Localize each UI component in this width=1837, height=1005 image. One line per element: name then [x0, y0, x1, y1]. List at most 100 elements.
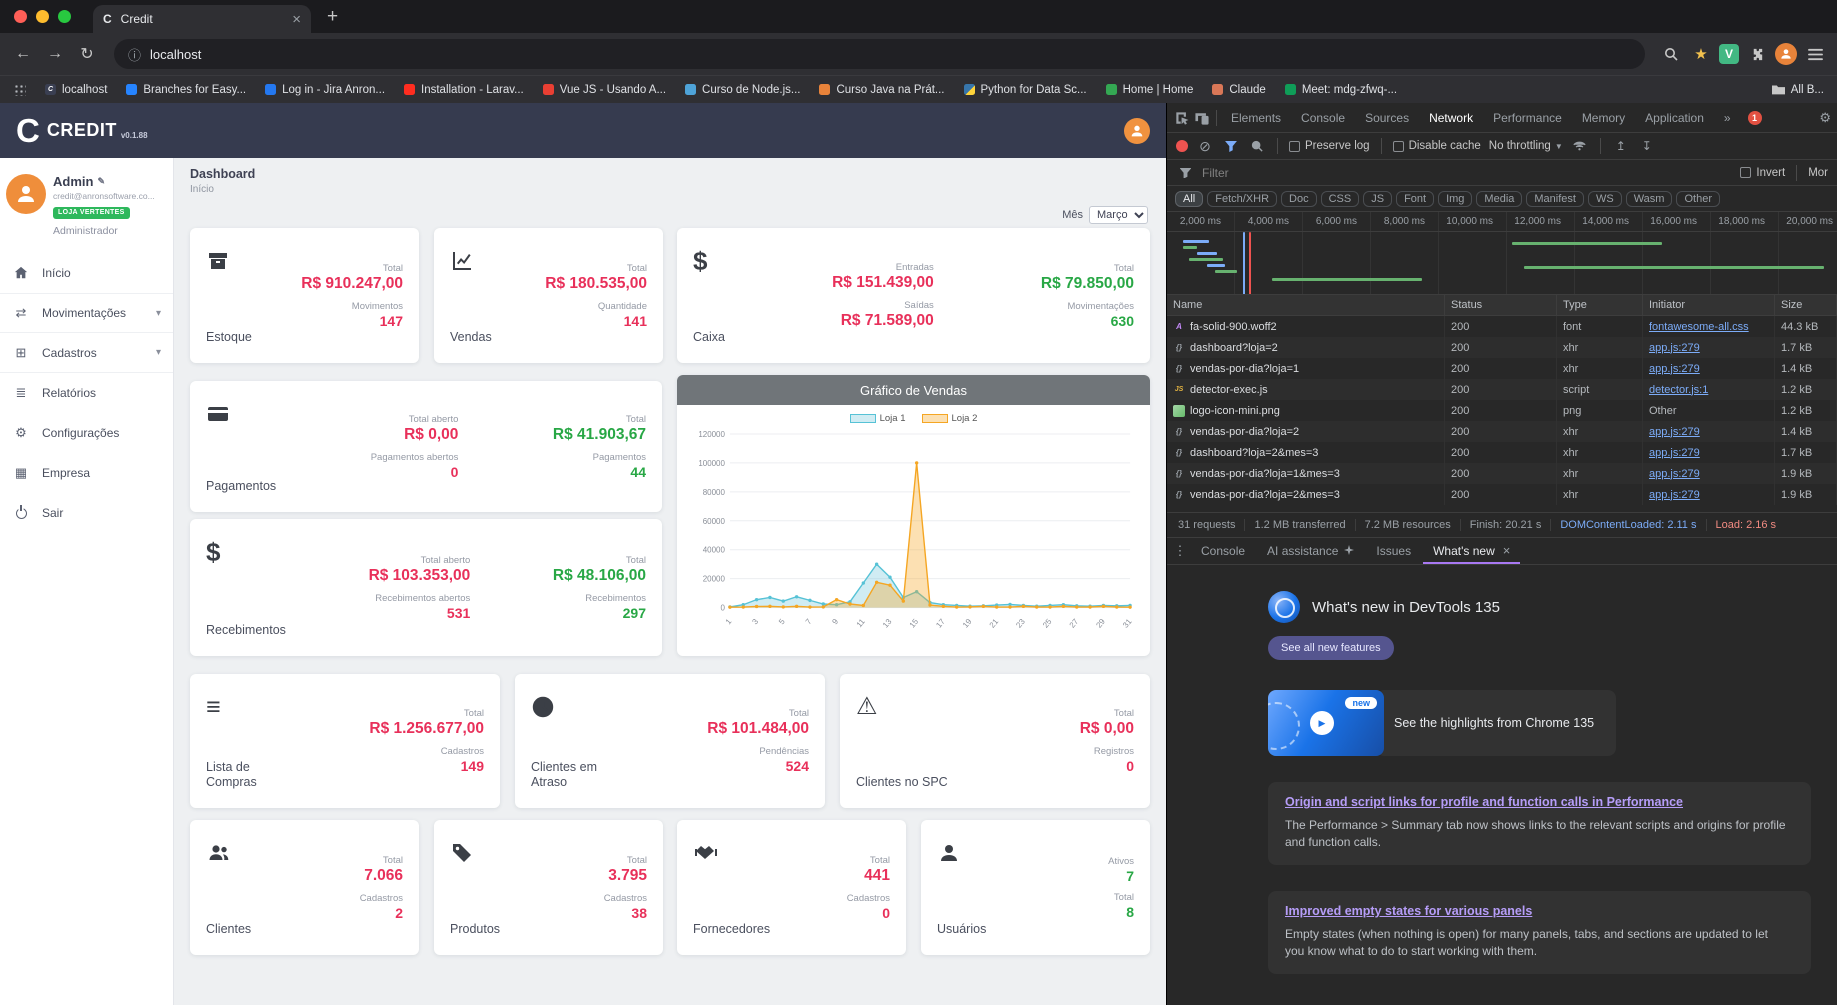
table-row[interactable]: logo-icon-mini.png 200 png Other 1.2 kB	[1167, 400, 1837, 421]
filter-icon[interactable]	[1222, 137, 1240, 155]
chip-fetch-xhr[interactable]: Fetch/XHR	[1207, 190, 1278, 207]
drawer-tab-whats-new[interactable]: What's new ×	[1423, 538, 1520, 564]
apps-grid-icon[interactable]	[13, 83, 26, 96]
see-all-new-features-button[interactable]: See all new features	[1268, 636, 1394, 660]
chip-font[interactable]: Font	[1396, 190, 1435, 207]
highlight-thumbnail[interactable]: new ▶	[1268, 690, 1384, 756]
chip-js[interactable]: JS	[1363, 190, 1393, 207]
inspect-element-icon[interactable]	[1173, 109, 1191, 127]
chip-doc[interactable]: Doc	[1281, 190, 1317, 207]
new-tab-button[interactable]: +	[327, 6, 338, 28]
search-network-icon[interactable]	[1248, 137, 1266, 155]
window-zoom-button[interactable]	[58, 10, 71, 23]
browser-profile-avatar[interactable]	[1775, 43, 1797, 65]
section-title-link[interactable]: Origin and script links for profile and …	[1285, 795, 1683, 809]
bookmark-item[interactable]: Home | Home	[1105, 84, 1193, 96]
initiator-link[interactable]: app.js:279	[1643, 442, 1775, 463]
network-overview-waterfall[interactable]	[1167, 232, 1837, 295]
vue-devtools-extension-icon[interactable]: V	[1719, 44, 1739, 64]
bookmark-item[interactable]: Claude	[1212, 84, 1266, 96]
section-title-link[interactable]: Improved empty states for various panels	[1285, 904, 1532, 918]
site-info-icon[interactable]: ⓘ	[128, 45, 141, 64]
drawer-tab-issues[interactable]: Issues	[1366, 538, 1421, 564]
drawer-menu-icon[interactable]: ⋮	[1171, 543, 1189, 559]
sidebar-item-inicio[interactable]: Início	[0, 253, 173, 293]
chip-media[interactable]: Media	[1476, 190, 1523, 207]
sidebar-item-sair[interactable]: Sair	[0, 493, 173, 533]
drawer-tab-console[interactable]: Console	[1191, 538, 1255, 564]
table-row[interactable]: vendas-por-dia?loja=2&mes=3 200 xhr app.…	[1167, 484, 1837, 505]
chrome-highlights-card[interactable]: new ▶ See the highlights from Chrome 135	[1268, 690, 1837, 756]
window-close-button[interactable]	[14, 10, 27, 23]
chip-other[interactable]: Other	[1676, 190, 1720, 207]
extensions-puzzle-icon[interactable]	[1745, 47, 1769, 62]
bookmark-item[interactable]: Meet: mdg-zfwq-...	[1284, 84, 1397, 96]
sidebar-item-movimentacoes[interactable]: ⇄ Movimentações ▾	[0, 293, 173, 333]
invert-filter-checkbox[interactable]: Invert	[1740, 167, 1785, 179]
device-toolbar-icon[interactable]	[1193, 109, 1211, 127]
sidebar-item-relatorios[interactable]: ≣ Relatórios	[0, 373, 173, 413]
browser-tab[interactable]: C Credit ×	[93, 5, 311, 33]
drawer-tab-ai-assistance[interactable]: AI assistance	[1257, 538, 1364, 564]
back-button[interactable]: ←	[10, 45, 36, 63]
table-header[interactable]: Name Status Type Initiator Size	[1167, 295, 1837, 316]
profile-avatar[interactable]	[6, 174, 46, 214]
more-filters-label[interactable]: Mor	[1808, 167, 1828, 179]
sidebar-item-cadastros[interactable]: ⊞ Cadastros ▾	[0, 333, 173, 373]
sidebar-item-empresa[interactable]: ▦ Empresa	[0, 453, 173, 493]
bookmark-star-icon[interactable]: ★	[1689, 45, 1713, 63]
initiator-link[interactable]: app.js:279	[1643, 421, 1775, 442]
throttling-select[interactable]: No throttling ▼	[1489, 140, 1563, 152]
import-har-icon[interactable]: ↥	[1612, 137, 1630, 155]
chip-manifest[interactable]: Manifest	[1526, 190, 1584, 207]
reload-button[interactable]: ↻	[74, 44, 100, 64]
address-bar[interactable]: ⓘ localhost	[114, 39, 1645, 69]
error-count-badge[interactable]: 1	[1747, 110, 1762, 125]
table-row[interactable]: vendas-por-dia?loja=2 200 xhr app.js:279…	[1167, 421, 1837, 442]
browser-menu-icon[interactable]	[1803, 48, 1827, 61]
bookmark-item[interactable]: Branches for Easy...	[126, 84, 246, 96]
chip-ws[interactable]: WS	[1587, 190, 1622, 207]
table-row[interactable]: vendas-por-dia?loja=1&mes=3 200 xhr app.…	[1167, 463, 1837, 484]
initiator-link[interactable]: fontawesome-all.css	[1643, 316, 1775, 337]
devtools-tab-application[interactable]: Application	[1636, 103, 1713, 133]
table-row[interactable]: dashboard?loja=2 200 xhr app.js:279 1.7 …	[1167, 337, 1837, 358]
devtools-tab-memory[interactable]: Memory	[1573, 103, 1634, 133]
forward-button[interactable]: →	[42, 45, 68, 63]
preserve-log-checkbox[interactable]: Preserve log	[1289, 140, 1370, 152]
table-row[interactable]: vendas-por-dia?loja=1 200 xhr app.js:279…	[1167, 358, 1837, 379]
initiator-link[interactable]: app.js:279	[1643, 463, 1775, 484]
all-bookmarks-button[interactable]: All B...	[1771, 84, 1824, 96]
bookmark-item[interactable]: Vue JS - Usando A...	[542, 84, 666, 96]
chip-img[interactable]: Img	[1438, 190, 1473, 207]
bookmark-item[interactable]: Log in - Jira Anron...	[265, 84, 385, 96]
network-conditions-icon[interactable]	[1571, 137, 1589, 155]
table-row[interactable]: fa-solid-900.woff2 200 font fontawesome-…	[1167, 316, 1837, 337]
initiator-link[interactable]: detector.js:1	[1643, 379, 1775, 400]
devtools-tab-elements[interactable]: Elements	[1222, 103, 1290, 133]
network-filter-input[interactable]	[1202, 165, 1733, 180]
edit-profile-icon[interactable]: ✎	[97, 176, 105, 187]
table-row[interactable]: dashboard?loja=2&mes=3 200 xhr app.js:27…	[1167, 442, 1837, 463]
initiator-link[interactable]: app.js:279	[1643, 337, 1775, 358]
devtools-tab-sources[interactable]: Sources	[1356, 103, 1418, 133]
clear-network-log-icon[interactable]: ⊘	[1196, 137, 1214, 155]
search-icon[interactable]	[1659, 47, 1683, 61]
devtools-tab-performance[interactable]: Performance	[1484, 103, 1571, 133]
record-network-log-button[interactable]	[1176, 140, 1188, 152]
table-row[interactable]: detector-exec.js 200 script detector.js:…	[1167, 379, 1837, 400]
bookmark-item[interactable]: Curso de Node.js...	[685, 84, 800, 96]
chip-css[interactable]: CSS	[1320, 190, 1360, 207]
disable-cache-checkbox[interactable]: Disable cache	[1392, 140, 1481, 152]
sidebar-item-configuracoes[interactable]: ⚙ Configurações	[0, 413, 173, 453]
export-har-icon[interactable]: ↧	[1638, 137, 1656, 155]
devtools-tab-network[interactable]: Network	[1420, 103, 1482, 133]
close-drawer-tab-icon[interactable]: ×	[1503, 538, 1511, 564]
bookmark-item[interactable]: Clocalhost	[45, 84, 107, 96]
initiator-link[interactable]: app.js:279	[1643, 358, 1775, 379]
devtools-settings-icon[interactable]: ⚙	[1819, 110, 1831, 126]
month-select[interactable]: Março	[1089, 206, 1148, 224]
bookmark-item[interactable]: Python for Data Sc...	[963, 84, 1087, 96]
initiator-link[interactable]: app.js:279	[1643, 484, 1775, 505]
tab-close-icon[interactable]: ×	[292, 12, 301, 27]
